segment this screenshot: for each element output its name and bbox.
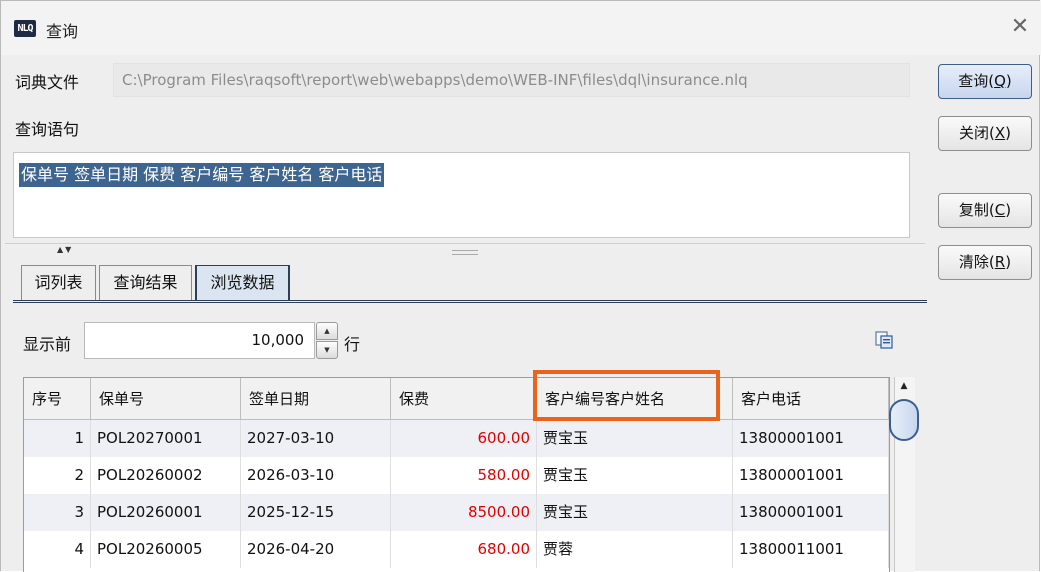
premium-cell: 600.00 [391, 420, 537, 457]
row-number-cell: 4 [24, 531, 91, 568]
clear-button-label: 清除 [958, 253, 989, 271]
sign-date-cell: 2027-03-10 [241, 420, 391, 457]
clear-button[interactable]: 清除(R) [938, 245, 1032, 280]
row-number-cell: 1 [24, 420, 91, 457]
splitter-arrows-icon[interactable]: ▲▼ [57, 245, 73, 255]
window-title: 查询 [46, 22, 79, 41]
query-statement-text: 保单号 签单日期 保费 客户编号 客户姓名 客户电话 [19, 163, 385, 187]
table-row[interactable]: 4 POL20260005 2026-04-20 680.00 贾蓉 13800… [24, 531, 889, 568]
splitter-grip-icon[interactable] [452, 250, 478, 255]
copy-button-label: 复制 [958, 201, 989, 219]
table-row[interactable]: 3 POL20260001 2025-12-15 8500.00 贾宝玉 138… [24, 494, 889, 531]
scrollbar-thumb[interactable] [889, 399, 919, 441]
table-row[interactable]: 2 POL20260002 2026-03-10 580.00 贾宝玉 1380… [24, 457, 889, 494]
close-button-label: 关闭 [958, 124, 989, 142]
clear-button-mnemonic: R [994, 253, 1006, 271]
close-button-mnemonic: X [994, 124, 1006, 142]
row-number-cell: 2 [24, 457, 91, 494]
customer-phone-cell: 13800001001 [733, 420, 889, 457]
customer-name-cell: 贾宝玉 [537, 494, 733, 531]
column-header[interactable]: 签单日期 [241, 378, 391, 420]
query-statement-label: 查询语句 [15, 120, 80, 139]
row-number-cell: 3 [24, 494, 91, 531]
column-header[interactable]: 保单号 [91, 378, 241, 420]
tab-word-list[interactable]: 词列表 [21, 265, 96, 301]
column-header-highlighted[interactable]: 客户编号客户姓名 [537, 378, 733, 420]
query-dialog: NLQ 查询 ✕ 词典文件 C:\Program Files\raqsoft\r… [0, 0, 1041, 572]
app-logo-icon: NLQ [14, 20, 36, 37]
copy-data-icon[interactable] [874, 330, 894, 350]
policy-number-cell: POL20260001 [91, 494, 241, 531]
customer-name-cell: 贾宝玉 [537, 457, 733, 494]
splitter-divider[interactable] [5, 243, 925, 244]
column-header[interactable]: 客户电话 [733, 378, 889, 420]
show-first-label: 显示前 [23, 335, 72, 354]
query-statement-textarea[interactable]: 保单号 签单日期 保费 客户编号 客户姓名 客户电话 [13, 152, 910, 238]
sign-date-cell: 2025-12-15 [241, 494, 391, 531]
customer-name-cell: 贾蓉 [537, 531, 733, 568]
scroll-up-icon[interactable]: ▲ [897, 379, 911, 393]
premium-cell: 8500.00 [391, 494, 537, 531]
policy-number-cell: POL20260005 [91, 531, 241, 568]
data-table: 序号 保单号 签单日期 保费 客户编号客户姓名 客户电话 1 POL202700… [23, 377, 890, 572]
tab-browse-data[interactable]: 浏览数据 [195, 265, 290, 301]
row-count-stepper: ▲ ▼ [316, 322, 338, 359]
column-header[interactable]: 序号 [24, 378, 91, 420]
premium-cell: 680.00 [391, 531, 537, 568]
copy-button[interactable]: 复制(C) [938, 193, 1032, 228]
sign-date-cell: 2026-03-10 [241, 457, 391, 494]
stepper-down-icon[interactable]: ▼ [316, 341, 338, 359]
close-button[interactable]: 关闭(X) [938, 116, 1032, 151]
query-button-mnemonic: Q [994, 72, 1006, 90]
policy-number-cell: POL20260002 [91, 457, 241, 494]
premium-cell: 580.00 [391, 457, 537, 494]
query-button[interactable]: 查询(Q) [938, 64, 1032, 99]
dict-file-field[interactable]: C:\Program Files\raqsoft\report\web\weba… [113, 63, 910, 97]
customer-phone-cell: 13800011001 [733, 531, 889, 568]
copy-button-mnemonic: C [994, 201, 1006, 219]
column-header[interactable]: 保费 [391, 378, 537, 420]
table-row[interactable]: 1 POL20270001 2027-03-10 600.00 贾宝玉 1380… [24, 420, 889, 457]
tab-query-results[interactable]: 查询结果 [99, 265, 192, 301]
query-button-label: 查询 [958, 72, 989, 90]
dict-file-label: 词典文件 [15, 73, 80, 92]
sign-date-cell: 2026-04-20 [241, 531, 391, 568]
customer-phone-cell: 13800001001 [733, 457, 889, 494]
stepper-up-icon[interactable]: ▲ [316, 322, 338, 340]
row-count-input[interactable]: 10,000 [84, 322, 315, 359]
rows-unit-label: 行 [344, 335, 361, 354]
title-bar: NLQ 查询 ✕ [1, 1, 1041, 55]
tab-strip-underline [13, 300, 927, 303]
policy-number-cell: POL20270001 [91, 420, 241, 457]
customer-name-cell: 贾宝玉 [537, 420, 733, 457]
close-icon[interactable]: ✕ [1009, 16, 1031, 39]
customer-phone-cell: 13800001001 [733, 494, 889, 531]
